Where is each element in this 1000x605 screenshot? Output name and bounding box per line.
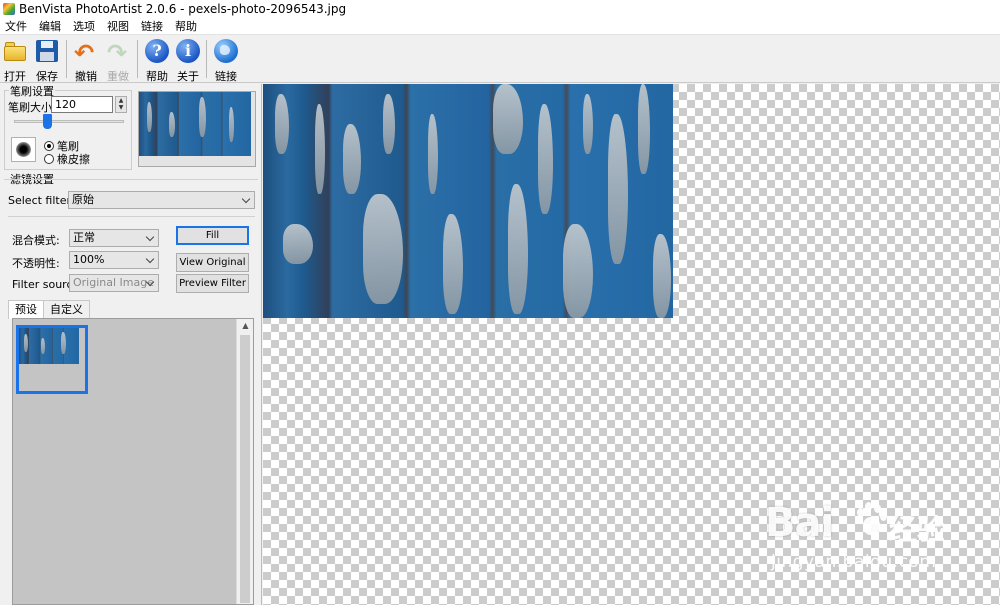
redo-button[interactable]: ↷ 重做 xyxy=(103,38,133,83)
toolbar-separator xyxy=(66,40,67,78)
scroll-up-icon[interactable]: ▲ xyxy=(237,319,254,333)
image-canvas[interactable]: Bai 经验 jingyan.baidu.com xyxy=(263,84,1000,605)
about-label: 关于 xyxy=(177,70,199,83)
opacity-label: 不透明性: xyxy=(12,257,60,270)
left-panel: 笔刷设置 笔刷大小: 120 ▲ ▼ 笔刷 橡皮擦 滤镜设置 Select fi… xyxy=(0,83,262,605)
toolbar: 打开 保存 ↶ 撤销 ↷ 重做 ? 帮助 i 关于 链接 xyxy=(0,36,1000,83)
help-icon: ? xyxy=(144,38,170,64)
title-bar: BenVista PhotoArtist 2.0.6 - pexels-phot… xyxy=(0,0,1000,18)
brush-settings-title: 笔刷设置 xyxy=(9,83,55,99)
filter-source-select[interactable]: Original Image xyxy=(69,274,159,292)
fill-button[interactable]: Fill xyxy=(176,226,249,245)
radio-eraser-indicator[interactable] xyxy=(44,154,54,164)
brush-size-slider[interactable] xyxy=(14,120,124,123)
watermark-url: jingyan.baidu.com xyxy=(771,552,937,572)
chevron-down-icon xyxy=(146,278,155,287)
scroll-thumb[interactable] xyxy=(240,335,250,603)
spin-down-icon[interactable]: ▼ xyxy=(116,104,126,111)
undo-button[interactable]: ↶ 撤销 xyxy=(71,38,101,83)
link-button[interactable]: 链接 xyxy=(211,38,241,83)
chevron-down-icon xyxy=(146,233,155,242)
blend-mode-value: 正常 xyxy=(73,231,95,244)
open-label: 打开 xyxy=(4,70,26,83)
chevron-down-icon xyxy=(242,195,251,204)
view-original-button[interactable]: View Original xyxy=(176,253,249,272)
help-label: 帮助 xyxy=(146,70,168,83)
opacity-select[interactable]: 100% xyxy=(69,251,159,269)
watermark-logo-text: Bai xyxy=(765,500,834,546)
info-icon: i xyxy=(175,38,201,64)
globe-icon xyxy=(213,38,239,64)
redo-label: 重做 xyxy=(107,70,129,83)
save-button[interactable]: 保存 xyxy=(32,38,62,83)
help-button[interactable]: ? 帮助 xyxy=(142,38,172,83)
radio-eraser-label: 橡皮擦 xyxy=(57,153,90,166)
filter-select[interactable]: 原始 xyxy=(68,191,255,209)
radio-eraser[interactable]: 橡皮擦 xyxy=(44,151,90,167)
paw-icon xyxy=(853,502,889,540)
brush-size-input[interactable]: 120 xyxy=(51,96,113,113)
radio-brush-indicator[interactable] xyxy=(44,141,54,151)
preset-item[interactable] xyxy=(16,325,88,394)
tab-custom[interactable]: 自定义 xyxy=(43,300,90,318)
menu-view[interactable]: 视图 xyxy=(106,18,130,34)
filter-group-border xyxy=(4,179,258,180)
brush-preview xyxy=(11,137,36,162)
menu-link[interactable]: 链接 xyxy=(140,18,164,34)
open-button[interactable]: 打开 xyxy=(0,38,30,83)
menu-file[interactable]: 文件 xyxy=(4,18,28,34)
toolbar-separator xyxy=(206,40,207,78)
spin-up-icon[interactable]: ▲ xyxy=(116,97,126,104)
tab-presets[interactable]: 预设 xyxy=(8,300,44,319)
opacity-value: 100% xyxy=(73,253,105,266)
divider xyxy=(8,216,255,217)
redo-icon: ↷ xyxy=(107,39,128,67)
select-filter-label: Select filter: xyxy=(8,194,75,207)
filter-source-value: Original Image xyxy=(73,276,154,289)
link-label: 链接 xyxy=(215,70,237,83)
navigator-preview[interactable] xyxy=(138,91,256,167)
app-icon xyxy=(3,3,15,15)
brush-size-spinner[interactable]: ▲ ▼ xyxy=(115,96,127,113)
preset-list: ▲ xyxy=(12,318,254,605)
menu-edit[interactable]: 编辑 xyxy=(38,18,62,34)
preview-filter-button[interactable]: Preview Filter xyxy=(176,274,249,293)
navigator-preview-image xyxy=(139,92,251,156)
menu-options[interactable]: 选项 xyxy=(72,18,96,34)
brush-size-label: 笔刷大小: xyxy=(8,101,56,114)
watermark-cn-text: 经验 xyxy=(889,513,946,546)
preset-image xyxy=(19,328,79,364)
toolbar-separator xyxy=(137,40,138,78)
floppy-disk-icon xyxy=(34,38,60,64)
filter-select-value: 原始 xyxy=(72,193,94,206)
blend-mode-select[interactable]: 正常 xyxy=(69,229,159,247)
about-button[interactable]: i 关于 xyxy=(173,38,203,83)
chevron-down-icon xyxy=(146,255,155,264)
preset-tabs: 预设 自定义 xyxy=(8,300,90,319)
save-label: 保存 xyxy=(36,70,58,83)
undo-label: 撤销 xyxy=(75,70,97,83)
folder-icon xyxy=(2,38,28,64)
window-title: BenVista PhotoArtist 2.0.6 - pexels-phot… xyxy=(19,2,347,16)
main-image[interactable] xyxy=(263,84,673,318)
brush-size-slider-thumb[interactable] xyxy=(43,114,52,129)
preset-scrollbar[interactable]: ▲ xyxy=(236,319,253,604)
baidu-watermark: Bai 经验 jingyan.baidu.com xyxy=(765,500,945,580)
menu-help[interactable]: 帮助 xyxy=(174,18,198,34)
blend-mode-label: 混合模式: xyxy=(12,234,60,247)
menu-bar: 文件 编辑 选项 视图 链接 帮助 xyxy=(0,18,1000,35)
undo-icon: ↶ xyxy=(74,39,95,67)
